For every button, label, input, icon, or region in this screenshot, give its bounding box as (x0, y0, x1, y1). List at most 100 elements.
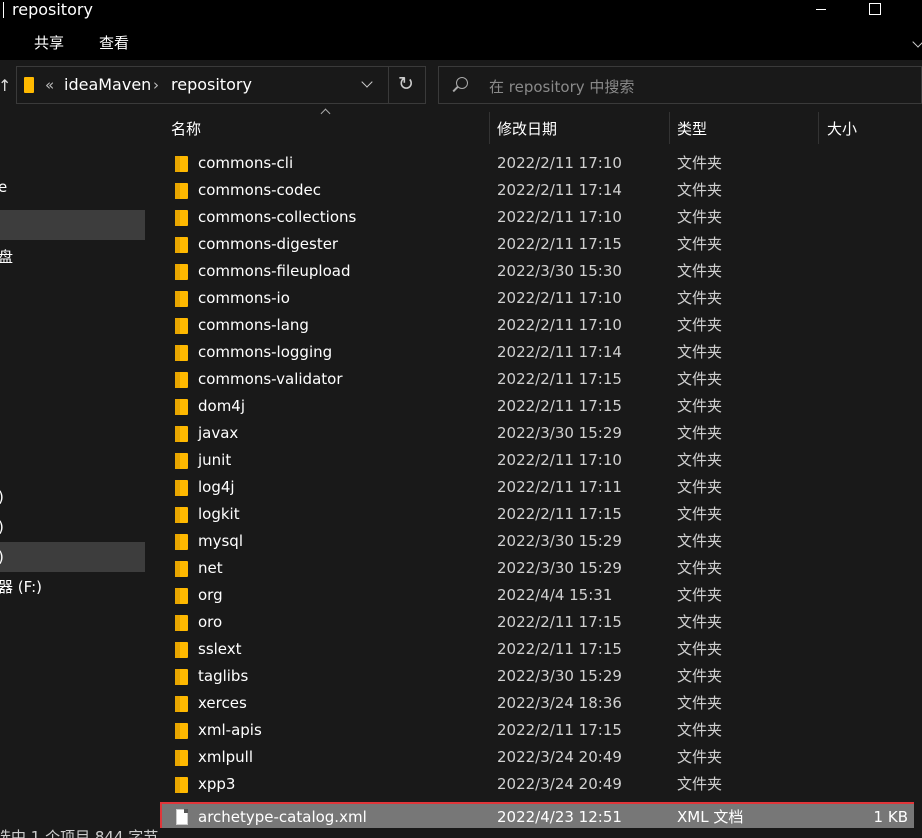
file-type: 文件夹 (677, 289, 723, 307)
file-name: net (198, 559, 223, 577)
expand-ribbon-icon[interactable] (912, 36, 922, 48)
file-row[interactable]: taglibs 2022/3/30 15:29 文件夹 (162, 663, 916, 690)
nav-item[interactable]: ) (0, 512, 145, 542)
file-modified-date: 2022/3/30 15:30 (497, 262, 622, 280)
status-bar: 选中 1 个项目 844 字节 (0, 828, 922, 838)
nav-item-label: ) (0, 512, 4, 542)
column-type[interactable]: 类型 (677, 118, 707, 139)
file-row[interactable]: oro 2022/2/11 17:15 文件夹 (162, 609, 916, 636)
file-row[interactable]: net 2022/3/30 15:29 文件夹 (162, 555, 916, 582)
column-divider[interactable] (489, 112, 490, 144)
nav-item-label: ) (0, 482, 4, 512)
file-name: logkit (198, 505, 240, 523)
nav-item-label: 器 (F:) (0, 578, 42, 596)
file-modified-date: 2022/3/24 20:49 (497, 748, 622, 766)
folder-icon (175, 345, 188, 361)
file-row[interactable]: commons-fileupload 2022/3/30 15:30 文件夹 (162, 258, 916, 285)
minimize-icon[interactable] (816, 9, 826, 10)
file-row[interactable]: commons-cli 2022/2/11 17:10 文件夹 (162, 150, 916, 177)
up-arrow-icon[interactable]: ↑ (0, 76, 11, 95)
file-row[interactable]: commons-codec 2022/2/11 17:14 文件夹 (162, 177, 916, 204)
file-modified-date: 2022/3/30 15:29 (497, 424, 622, 442)
nav-item[interactable]: ) (0, 482, 145, 512)
file-row[interactable]: mysql 2022/3/30 15:29 文件夹 (162, 528, 916, 555)
file-row[interactable]: commons-lang 2022/2/11 17:10 文件夹 (162, 312, 916, 339)
file-row[interactable]: commons-validator 2022/2/11 17:15 文件夹 (162, 366, 916, 393)
file-modified-date: 2022/3/24 20:49 (497, 775, 622, 793)
file-name: oro (198, 613, 223, 631)
column-date[interactable]: 修改日期 (497, 118, 557, 139)
file-row[interactable]: xml-apis 2022/2/11 17:15 文件夹 (162, 717, 916, 744)
file-row[interactable]: xmlpull 2022/3/24 20:49 文件夹 (162, 744, 916, 771)
file-row[interactable]: xerces 2022/3/24 18:36 文件夹 (162, 690, 916, 717)
file-type: 文件夹 (677, 397, 723, 415)
tab-view[interactable]: 查看 (99, 34, 129, 52)
search-input[interactable]: 在 repository 中搜索 (438, 66, 922, 104)
file-row[interactable]: log4j 2022/2/11 17:11 文件夹 (162, 474, 916, 501)
tab-share[interactable]: 共享 (34, 34, 64, 52)
column-name[interactable]: 名称 (171, 118, 201, 139)
refresh-icon[interactable]: ↻ (398, 73, 414, 95)
file-name: javax (198, 424, 239, 442)
file-name: org (198, 586, 223, 604)
address-bar[interactable]: « ideaMaven › repository ↻ (16, 66, 426, 104)
folder-icon (24, 77, 34, 93)
search-placeholder: 在 repository 中搜索 (489, 78, 635, 96)
file-row[interactable]: commons-logging 2022/2/11 17:14 文件夹 (162, 339, 916, 366)
chevron-down-icon[interactable] (361, 76, 373, 88)
file-name: commons-collections (198, 208, 357, 226)
sort-ascending-icon (320, 108, 331, 119)
file-row[interactable]: org 2022/4/4 15:31 文件夹 (162, 582, 916, 609)
file-modified-date: 2022/2/11 17:10 (497, 289, 622, 307)
file-type: 文件夹 (677, 343, 723, 361)
nav-item[interactable]: e (0, 172, 145, 202)
window-title: repository (12, 0, 93, 19)
breadcrumb-ideamaven[interactable]: ideaMaven (64, 75, 151, 94)
column-divider[interactable] (818, 112, 819, 144)
breadcrumb-overflow[interactable]: « (45, 76, 54, 94)
file-row-selected[interactable]: archetype-catalog.xml 2022/4/23 12:51 XML … (160, 802, 918, 833)
nav-item-selected[interactable] (0, 210, 145, 240)
file-type: 文件夹 (677, 451, 723, 469)
file-row[interactable]: logkit 2022/2/11 17:15 文件夹 (162, 501, 916, 528)
scrollbar[interactable] (914, 112, 922, 828)
file-name: xml-apis (198, 721, 262, 739)
file-name: sslext (198, 640, 242, 658)
file-type: 文件夹 (677, 505, 723, 523)
file-row[interactable]: commons-io 2022/2/11 17:10 文件夹 (162, 285, 916, 312)
column-size[interactable]: 大小 (827, 118, 857, 139)
file-row[interactable]: junit 2022/2/11 17:10 文件夹 (162, 447, 916, 474)
file-row[interactable]: sslext 2022/2/11 17:15 文件夹 (162, 636, 916, 663)
divider (388, 67, 389, 103)
breadcrumb-repository[interactable]: repository (171, 75, 252, 94)
file-type: 文件夹 (677, 181, 723, 199)
file-type: 文件夹 (677, 694, 723, 712)
file-name: taglibs (198, 667, 249, 685)
file-modified-date: 2022/2/11 17:11 (497, 478, 622, 496)
file-type: 文件夹 (677, 262, 723, 280)
file-modified-date: 2022/4/23 12:51 (497, 808, 622, 826)
file-type: 文件夹 (677, 613, 723, 631)
column-divider[interactable] (669, 112, 670, 144)
file-name: commons-cli (198, 154, 294, 172)
chevron-right-icon[interactable]: › (153, 76, 159, 94)
nav-item[interactable]: 盘 (0, 242, 145, 272)
file-modified-date: 2022/2/11 17:14 (497, 343, 622, 361)
maximize-icon[interactable] (869, 3, 881, 15)
file-row[interactable]: dom4j 2022/2/11 17:15 文件夹 (162, 393, 916, 420)
file-row[interactable]: javax 2022/3/30 15:29 文件夹 (162, 420, 916, 447)
file-type: 文件夹 (677, 748, 723, 766)
file-modified-date: 2022/2/11 17:10 (497, 154, 622, 172)
file-row[interactable]: commons-collections 2022/2/11 17:10 文件夹 (162, 204, 916, 231)
nav-item[interactable]: 器 (F:) (0, 572, 145, 602)
status-text: 选中 1 个项目 844 字节 (0, 828, 159, 838)
nav-item[interactable] (0, 272, 145, 302)
file-name: commons-validator (198, 370, 343, 388)
file-row[interactable]: commons-digester 2022/2/11 17:15 文件夹 (162, 231, 916, 258)
file-type: 文件夹 (677, 424, 723, 442)
file-type: 文件夹 (677, 370, 723, 388)
file-type: XML 文档 (677, 808, 744, 826)
file-row[interactable]: xpp3 2022/3/24 20:49 文件夹 (162, 771, 916, 798)
nav-item-selected[interactable]: ) (0, 542, 145, 572)
folder-icon (175, 426, 188, 442)
